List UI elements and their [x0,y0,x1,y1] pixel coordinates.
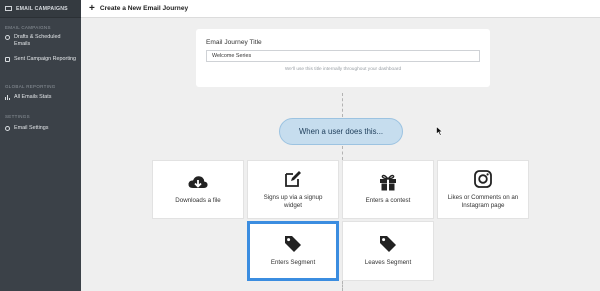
gear-icon [5,126,10,131]
option-instagram[interactable]: Likes or Comments on an Instagram page [437,160,529,219]
option-enters-segment[interactable]: Enters Segment [247,221,339,281]
top-bar: + Create a New Email Journey [81,0,600,18]
sidebar: EMAIL CAMPAIGNS EMAIL CAMPAIGNS Drafts &… [0,0,81,291]
monitor-icon [5,57,10,62]
option-signup-widget[interactable]: Signs up via a signup widget [247,160,339,219]
sidebar-header[interactable]: EMAIL CAMPAIGNS [0,0,81,18]
option-label: Enters a contest [365,197,411,204]
connector-line [342,93,343,117]
clock-icon [5,35,10,40]
connector-line [342,281,343,291]
sidebar-item-sent-reporting[interactable]: Sent Campaign Reporting [5,56,77,63]
bar-chart-icon [5,95,10,100]
option-label: Enters Segment [270,259,316,266]
tag-icon [285,236,301,252]
tag-icon [380,236,396,252]
page-title: Create a New Email Journey [99,5,189,12]
journey-title-card: Email Journey Title Welcome Series We'll… [196,29,490,87]
trigger-pill[interactable]: When a user does this... [279,118,403,145]
edit-icon [285,170,301,187]
sidebar-section-title: SETTINGS [5,114,30,119]
cloud-download-icon [188,175,208,188]
option-enters-contest[interactable]: Enters a contest [342,160,434,219]
gift-icon [380,174,396,191]
mail-icon [5,6,12,11]
sidebar-header-label: EMAIL CAMPAIGNS [16,5,68,12]
sidebar-section-title: EMAIL CAMPAIGNS [5,25,51,30]
option-downloads-file[interactable]: Downloads a file [152,160,244,219]
plus-icon[interactable]: + [89,3,95,14]
instagram-icon [474,169,492,188]
sidebar-item-label: Sent Campaign Reporting [14,56,77,62]
option-label: Leaves Segment [364,259,412,266]
option-label: Likes or Comments on an Instagram page [447,193,519,209]
sidebar-item-all-stats[interactable]: All Emails Stats [5,94,77,101]
connector-line [342,146,343,160]
sidebar-section-title: GLOBAL REPORTING [5,84,56,89]
option-label: Signs up via a signup widget [263,193,323,209]
option-leaves-segment[interactable]: Leaves Segment [342,221,434,281]
sidebar-item-label: Drafts & Scheduled Emails [14,34,61,47]
sidebar-item-drafts[interactable]: Drafts & Scheduled Emails [5,34,77,47]
journey-title-hint: We'll use this title internally througho… [284,67,402,72]
sidebar-item-label: All Emails Stats [14,94,52,100]
cursor-icon [436,126,443,136]
journey-title-label: Email Journey Title [206,39,262,46]
sidebar-item-email-settings[interactable]: Email Settings [5,125,77,132]
option-label: Downloads a file [175,196,221,204]
sidebar-item-label: Email Settings [14,125,49,131]
journey-title-input[interactable]: Welcome Series [206,50,480,62]
